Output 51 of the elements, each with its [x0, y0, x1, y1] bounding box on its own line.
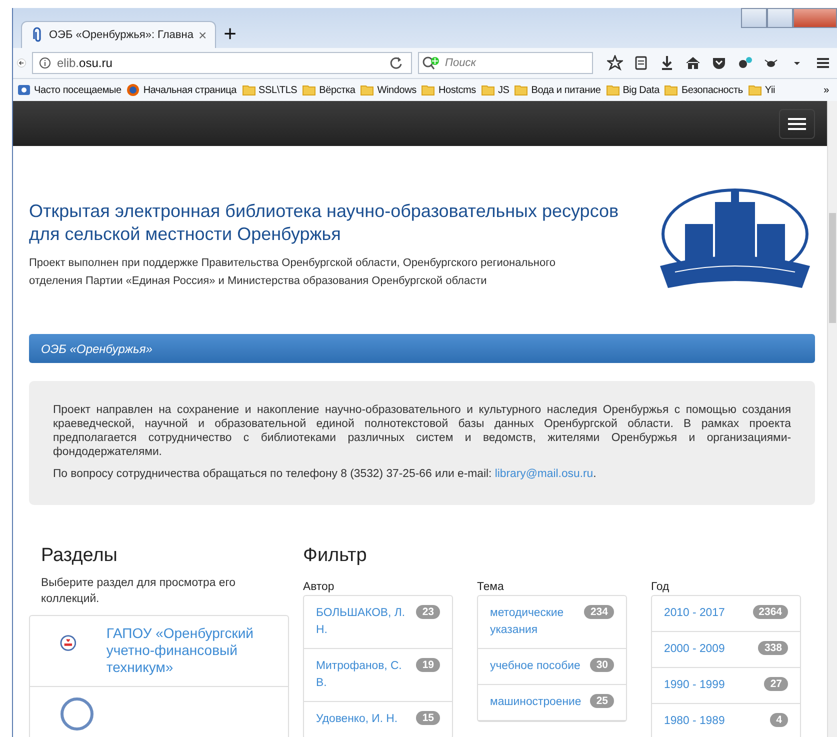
filter-link[interactable]: Удовенко, И. Н.	[316, 711, 398, 728]
sections-hint: Выберите раздел для просмотра его коллекций.	[41, 576, 236, 607]
tab-title: ОЭБ «Оренбуржья»: Главна	[49, 29, 194, 41]
count-badge: 19	[416, 658, 440, 672]
bookmark-link[interactable]: Hostcms	[438, 84, 476, 96]
bookmark-link[interactable]: Windows	[377, 84, 416, 96]
count-badge: 15	[416, 711, 440, 725]
filter-link[interactable]: машиностроение	[490, 694, 582, 711]
tab-close-button[interactable]: ×	[198, 27, 207, 43]
site-title: Открытая электронная библиотека научно-образовательных ресурсов для сельской местности Оренбуржья	[29, 200, 620, 246]
browser-tab[interactable]: ОЭБ «Оренбуржья»: Главна ×	[21, 21, 216, 48]
bookmark-link[interactable]: Часто посещаемые	[34, 84, 122, 96]
site-subtitle: Проект выполнен при поддержке Правительства Оренбургской области, Оренбургского регионального отделения Партии «Единая Россия» и Министерства образования Оренбургской области	[29, 256, 556, 289]
count-badge: 27	[764, 677, 788, 691]
count-badge: 234	[584, 605, 614, 619]
bookmark-link[interactable]: Yii	[764, 84, 776, 96]
project-description: Проект направлен на сохранение и накопление научно-образовательного и культурного наследия Оренбуржья с помощью создания краеведческой, научной и образовательной единой полнотекстовой базы данных Оренбургской области. В рамках проекта предполагается сотрудничество с библиотеками различных систем и ведомств, жителями Оренбуржья и организациями-фондодержателями.	[53, 403, 791, 459]
bookmark-link[interactable]: Безопасность	[681, 84, 743, 96]
count-badge: 4	[770, 713, 788, 727]
count-badge: 23	[416, 605, 440, 619]
filter-link[interactable]: методические указания	[490, 605, 580, 639]
filter-heading: Фильтр	[303, 545, 368, 567]
search-field[interactable]: Поиск	[418, 52, 593, 74]
filter-group-label: Год	[651, 581, 670, 593]
bookmark-link[interactable]: Вёрстка	[319, 84, 356, 96]
count-badge: 25	[590, 694, 614, 708]
filter-link[interactable]: 2000 - 2009	[664, 641, 725, 658]
count-badge: 2364	[752, 605, 788, 619]
bookmark-link[interactable]: Начальная страница	[143, 84, 237, 96]
count-badge: 30	[590, 658, 614, 672]
filter-link[interactable]: учебное пособие	[490, 658, 580, 675]
filter-link[interactable]: 1980 - 1989	[664, 713, 725, 730]
filter-link[interactable]: 2010 - 2017	[664, 605, 725, 622]
new-tab-button[interactable]: +	[224, 22, 237, 46]
count-badge: 338	[758, 641, 788, 655]
filter-link[interactable]: 1990 - 1999	[664, 677, 725, 694]
filter-group-label: Автор	[303, 581, 336, 593]
bookmark-link[interactable]: Big Data	[622, 84, 660, 96]
bookmark-link[interactable]: SSL\TLS	[258, 84, 298, 96]
contact-text: По вопросу сотрудничества обращаться по телефону 8 (3532) 37-25-66 или e-mail: library@mail.osu.ru.	[53, 467, 598, 481]
bookmark-link[interactable]: Вода и питание	[531, 84, 601, 96]
bookmark-link[interactable]: JS	[498, 84, 510, 96]
filter-group-label: Тема	[477, 581, 505, 593]
section-link[interactable]: ГАПОУ «Оренбургский учетно-финансовый техникум»	[106, 625, 276, 676]
url-text: elib.osu.ru	[57, 56, 114, 70]
sections-heading: Разделы	[41, 545, 118, 567]
filter-link[interactable]: Митрофанов, С. В.	[316, 658, 412, 692]
address-field[interactable]: elib.osu.ru	[32, 52, 412, 74]
more-bookmarks-button[interactable]: »	[824, 84, 833, 96]
filter-link[interactable]: БОЛЬШАКОВ, Л. Н.	[316, 605, 412, 639]
breadcrumb-link[interactable]: ОЭБ «Оренбуржья»	[41, 342, 152, 356]
